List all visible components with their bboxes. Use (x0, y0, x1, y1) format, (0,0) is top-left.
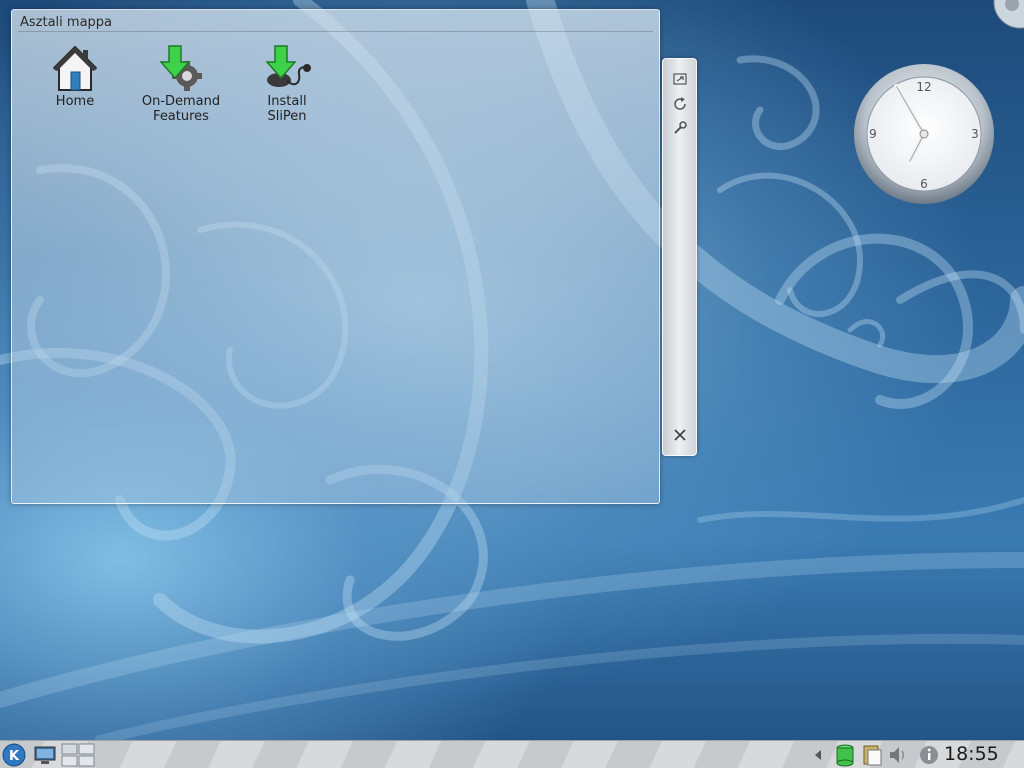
folder-view-divider (18, 31, 653, 32)
pager-icon[interactable] (61, 743, 95, 767)
tray-expand-arrow-icon[interactable] (812, 743, 824, 767)
klipper-clipboard-icon[interactable] (861, 743, 883, 767)
folder-view-widget[interactable]: Asztali mappa Home On-Demand Features In… (11, 9, 660, 504)
clock-numeral-9: 9 (869, 127, 877, 141)
desktop-icon-on-demand-features[interactable]: On-Demand Features (131, 44, 231, 124)
resize-icon[interactable] (672, 71, 688, 87)
on-demand-features-icon (157, 44, 205, 94)
analog-clock-widget[interactable]: 12 3 6 9 (853, 63, 995, 205)
desktop-icon-label: On-Demand Features (141, 94, 221, 124)
home-icon (51, 44, 99, 94)
show-desktop-icon[interactable] (33, 743, 57, 767)
install-slipen-icon (263, 44, 311, 94)
desktop-icon-label: Install SliPen (267, 94, 307, 124)
taskbar-digital-clock[interactable]: 18:55 (944, 743, 999, 765)
desktop-icon-home[interactable]: Home (25, 44, 125, 109)
volume-icon[interactable] (887, 743, 909, 767)
desktop-toolbox-cashew-icon[interactable] (990, 0, 1024, 32)
close-icon[interactable] (672, 427, 688, 443)
desktop[interactable]: Asztali mappa Home On-Demand Features In… (0, 0, 1024, 768)
desktop-icon-install-slipen[interactable]: Install SliPen (237, 44, 337, 124)
folder-view-title: Asztali mappa (20, 15, 113, 30)
clock-numeral-3: 3 (971, 127, 979, 141)
taskbar[interactable]: K (0, 740, 1024, 768)
applet-handle[interactable] (662, 58, 697, 456)
kde-menu-icon[interactable]: K (2, 743, 26, 767)
clock-center-pin (919, 129, 929, 139)
configure-wrench-icon[interactable] (672, 120, 688, 136)
desktop-icon-label: Home (55, 94, 95, 109)
device-notifier-icon[interactable] (834, 743, 856, 767)
rotate-icon[interactable] (672, 96, 688, 112)
svg-text:K: K (9, 749, 20, 764)
notifications-info-icon[interactable] (918, 743, 940, 767)
clock-numeral-12: 12 (916, 80, 931, 94)
clock-numeral-6: 6 (920, 177, 928, 191)
